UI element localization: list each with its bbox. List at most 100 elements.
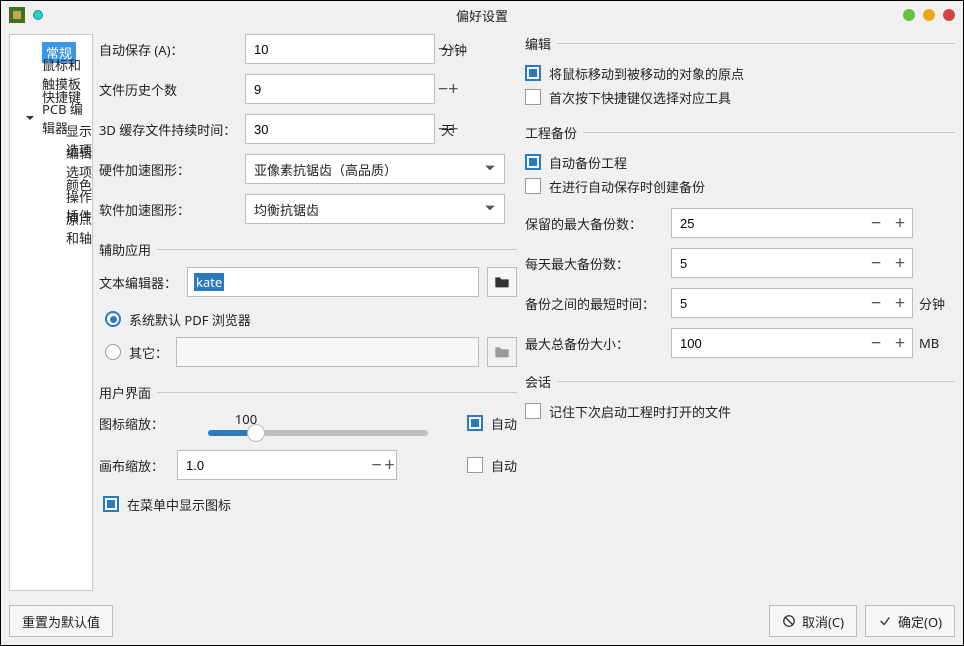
autosave-spinner[interactable]: − + bbox=[245, 34, 435, 64]
radio-icon bbox=[105, 311, 121, 327]
dec-button[interactable]: − bbox=[864, 289, 888, 317]
check-icon bbox=[878, 614, 892, 628]
swaccel-combo[interactable]: 均衡抗锯齿 bbox=[245, 194, 505, 224]
remember-files-label: 记住下次启动工程时打开的文件 bbox=[549, 402, 731, 421]
close-button[interactable] bbox=[943, 9, 955, 21]
canvasscale-auto-checkbox[interactable]: 自动 bbox=[467, 453, 517, 477]
backup-group: 工程备份 自动备份工程 在进行自动保存时创建备份 保留的最大备份数： − bbox=[525, 123, 955, 362]
max-total-input[interactable] bbox=[672, 209, 864, 237]
warp-mouse-checkbox[interactable]: 将鼠标移动到被移动的对象的原点 bbox=[525, 61, 955, 85]
chevron-down-icon bbox=[484, 200, 496, 218]
auto-backup-checkbox[interactable]: 自动备份工程 bbox=[525, 150, 955, 174]
cancel-icon bbox=[782, 614, 796, 628]
pdf-default-radio[interactable]: 系统默认 PDF 浏览器 bbox=[105, 307, 517, 331]
sidebar-item-mouse[interactable]: 鼠标和触摸板 bbox=[10, 63, 92, 85]
max-size-unit: MB bbox=[919, 334, 955, 352]
warp-mouse-label: 将鼠标移动到被移动的对象的原点 bbox=[549, 64, 744, 83]
tree-collapse-icon[interactable] bbox=[24, 112, 36, 124]
edit-legend: 编辑 bbox=[519, 34, 557, 53]
radio-icon bbox=[105, 344, 121, 360]
dec-button[interactable]: − bbox=[370, 451, 383, 479]
show-menu-icons-label: 在菜单中显示图标 bbox=[127, 495, 231, 514]
canvasscale-input[interactable] bbox=[178, 451, 370, 479]
auto-label: 自动 bbox=[491, 456, 517, 475]
autosave-label: 自动保存 (A)： bbox=[99, 40, 239, 59]
dec-button[interactable]: − bbox=[438, 75, 448, 103]
max-size-spinner[interactable]: − + bbox=[671, 328, 913, 358]
chevron-down-icon bbox=[484, 160, 496, 178]
checkbox-icon bbox=[525, 154, 541, 170]
max-total-spinner[interactable]: − + bbox=[671, 208, 913, 238]
ok-button[interactable]: 确定(O) bbox=[865, 605, 955, 637]
autosave-input[interactable] bbox=[246, 35, 438, 63]
texteditor-browse-button[interactable] bbox=[487, 267, 517, 297]
iconscale-label: 图标缩放： bbox=[99, 414, 169, 433]
inc-button[interactable]: + bbox=[383, 451, 396, 479]
max-size-input[interactable] bbox=[672, 329, 864, 357]
cache3d-label: 3D 缓存文件持续时间： bbox=[99, 120, 239, 139]
pdf-other-field bbox=[176, 337, 479, 367]
hwaccel-label: 硬件加速图形： bbox=[99, 160, 239, 179]
inc-button[interactable]: + bbox=[888, 329, 912, 357]
pdf-default-label: 系统默认 PDF 浏览器 bbox=[129, 310, 251, 329]
edit-group: 编辑 将鼠标移动到被移动的对象的原点 首次按下快捷键仅选择对应工具 bbox=[525, 34, 955, 113]
maximize-button[interactable] bbox=[923, 9, 935, 21]
sidebar-item-pcb-editor[interactable]: PCB 编辑器 bbox=[10, 107, 92, 129]
dec-button[interactable]: − bbox=[864, 209, 888, 237]
dec-button[interactable]: − bbox=[864, 249, 888, 277]
pdf-other-browse-button bbox=[487, 337, 517, 367]
texteditor-value: kate bbox=[194, 273, 224, 291]
texteditor-field[interactable]: kate bbox=[187, 267, 479, 297]
inc-button[interactable]: + bbox=[888, 209, 912, 237]
session-group: 会话 记住下次启动工程时打开的文件 bbox=[525, 372, 955, 427]
filehist-label: 文件历史个数 bbox=[99, 80, 239, 99]
titlebar: 偏好设置 bbox=[1, 1, 963, 29]
sidebar-item-edit-opts[interactable]: 编辑选项 bbox=[10, 151, 92, 173]
pdf-other-radio[interactable]: 其它： bbox=[105, 340, 168, 364]
max-daily-spinner[interactable]: − + bbox=[671, 248, 913, 278]
sidebar-item-origin[interactable]: 原点和轴 bbox=[10, 217, 92, 239]
iconscale-slider[interactable]: 100 bbox=[177, 410, 459, 436]
remember-files-checkbox[interactable]: 记住下次启动工程时打开的文件 bbox=[525, 399, 955, 423]
filehist-spinner[interactable]: − + bbox=[245, 74, 435, 104]
swaccel-value: 均衡抗锯齿 bbox=[254, 200, 319, 219]
backup-legend: 工程备份 bbox=[519, 123, 583, 142]
cache3d-spinner[interactable]: − + bbox=[245, 114, 435, 144]
min-interval-input[interactable] bbox=[672, 289, 864, 317]
checkbox-icon bbox=[525, 65, 541, 81]
min-interval-label: 备份之间的最短时间： bbox=[525, 294, 665, 313]
dialog-footer: 重置为默认值 取消(C) 确定(O) bbox=[9, 605, 955, 637]
inc-button[interactable]: + bbox=[888, 249, 912, 277]
pdf-other-label: 其它： bbox=[129, 343, 168, 362]
settings-sidebar[interactable]: 常规 鼠标和触摸板 快捷键 PCB 编辑器 显示选项 编辑选项 颜色 操作插件 … bbox=[9, 34, 93, 591]
checkbox-icon bbox=[467, 457, 483, 473]
window-title: 偏好设置 bbox=[1, 1, 963, 29]
show-menu-icons-checkbox[interactable]: 在菜单中显示图标 bbox=[103, 492, 517, 516]
cache3d-input[interactable] bbox=[246, 115, 438, 143]
hwaccel-combo[interactable]: 亚像素抗锯齿（高品质） bbox=[245, 154, 505, 184]
max-daily-input[interactable] bbox=[672, 249, 864, 277]
min-interval-spinner[interactable]: − + bbox=[671, 288, 913, 318]
hwaccel-value: 亚像素抗锯齿（高品质） bbox=[254, 160, 397, 179]
helper-legend: 辅助应用 bbox=[93, 240, 157, 259]
inc-button[interactable]: + bbox=[448, 75, 458, 103]
filehist-input[interactable] bbox=[246, 75, 438, 103]
backup-on-save-label: 在进行自动保存时创建备份 bbox=[549, 177, 705, 196]
iconscale-auto-checkbox[interactable]: 自动 bbox=[467, 411, 517, 435]
dec-button[interactable]: − bbox=[864, 329, 888, 357]
reset-defaults-button[interactable]: 重置为默认值 bbox=[9, 605, 113, 637]
inc-button[interactable]: + bbox=[888, 289, 912, 317]
auto-backup-label: 自动备份工程 bbox=[549, 153, 627, 172]
canvasscale-spinner[interactable]: − + bbox=[177, 450, 397, 480]
cancel-button[interactable]: 取消(C) bbox=[769, 605, 857, 637]
max-daily-label: 每天最大备份数： bbox=[525, 254, 665, 273]
minimize-button[interactable] bbox=[903, 9, 915, 21]
checkbox-icon bbox=[525, 178, 541, 194]
checkbox-icon bbox=[525, 89, 541, 105]
hotkey-first-label: 首次按下快捷键仅选择对应工具 bbox=[549, 88, 731, 107]
hotkey-first-checkbox[interactable]: 首次按下快捷键仅选择对应工具 bbox=[525, 85, 955, 109]
backup-on-save-checkbox[interactable]: 在进行自动保存时创建备份 bbox=[525, 174, 955, 198]
canvasscale-label: 画布缩放： bbox=[99, 456, 169, 475]
max-total-label: 保留的最大备份数： bbox=[525, 214, 665, 233]
folder-icon bbox=[494, 345, 510, 359]
